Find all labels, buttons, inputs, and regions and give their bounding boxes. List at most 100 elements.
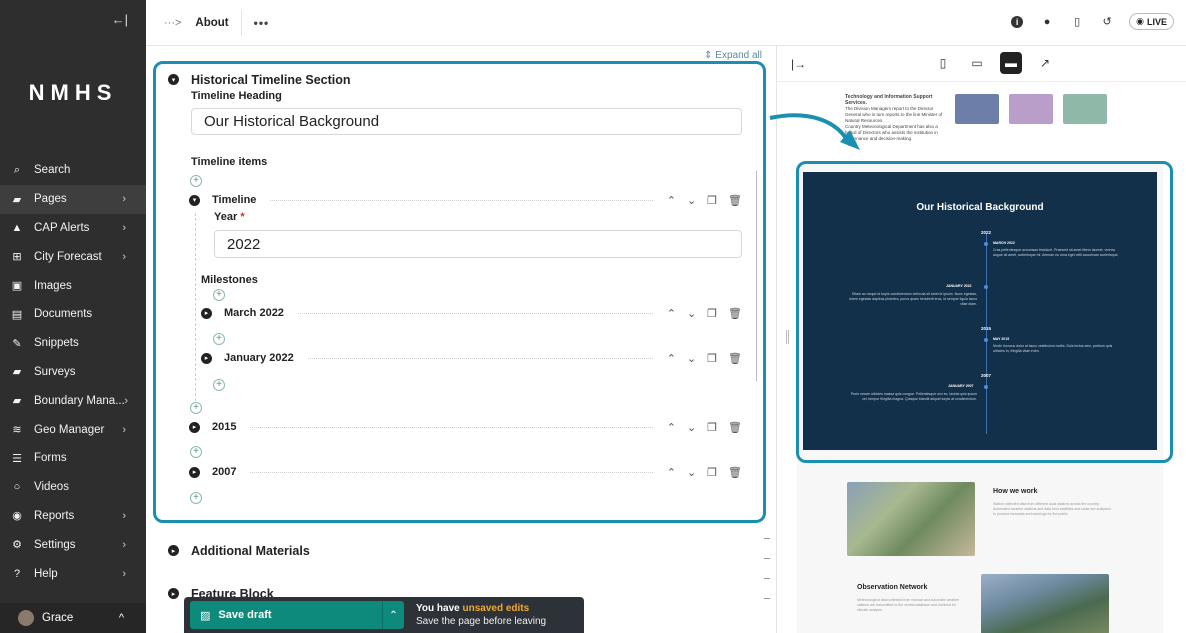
milestone-row[interactable]: ▸ January 2022 ⌃ ⌄ ❐ 🗑 — [201, 349, 742, 367]
move-down-icon[interactable]: ⌄ — [687, 421, 696, 434]
section-title-additional-materials[interactable]: Additional Materials — [191, 544, 310, 558]
move-up-icon[interactable]: ⌃ — [667, 421, 676, 434]
device-switcher: ▯ ▭ ▬ ↗ — [932, 52, 1056, 74]
sidebar-item-videos[interactable]: ○ Videos — [0, 473, 146, 502]
sidebar-item-reports[interactable]: ◉ Reports › — [0, 502, 146, 531]
more-save-options-button[interactable]: ⌃ — [382, 601, 404, 629]
delete-icon[interactable]: 🗑 — [728, 352, 742, 365]
save-bar: ▨ Save draft ⌃ You have unsaved edits Sa… — [184, 597, 584, 633]
chevron-right-icon[interactable]: ▸ — [189, 421, 200, 433]
duplicate-icon[interactable]: ❐ — [707, 352, 717, 365]
how-we-work-text: Station collected data from different lo… — [993, 502, 1111, 516]
add-timeline-item-button[interactable]: + — [190, 402, 202, 414]
duplicate-icon[interactable]: ❐ — [707, 466, 717, 479]
move-up-icon[interactable]: ⌃ — [667, 194, 676, 207]
more-actions-button[interactable]: ••• — [240, 9, 270, 36]
delete-icon[interactable]: 🗑 — [728, 466, 742, 479]
sidebar-item-settings[interactable]: ⚙ Settings › — [0, 530, 146, 559]
add-milestone-button[interactable]: + — [213, 333, 225, 345]
duplicate-icon[interactable]: ❐ — [707, 421, 717, 434]
chevron-down-icon[interactable]: ▾ — [168, 74, 179, 85]
scrollbar[interactable] — [756, 171, 757, 381]
breadcrumb-current-page: About — [195, 16, 229, 29]
timeline-heading-field[interactable]: Our Historical Background — [191, 108, 742, 135]
move-down-icon[interactable]: ⌄ — [687, 352, 696, 365]
desktop-device-icon[interactable]: ▬ — [1000, 52, 1022, 74]
sidebar-item-search[interactable]: ⌕ Search — [0, 156, 146, 185]
timeline-block-row[interactable]: ▸ 2015 ⌃ ⌄ ❐ 🗑 — [189, 418, 742, 436]
add-timeline-item-button[interactable]: + — [190, 175, 202, 187]
sidebar-item-surveys[interactable]: ▰ Surveys — [0, 358, 146, 387]
sidebar-item-help[interactable]: ? Help › — [0, 559, 146, 588]
history-icon[interactable]: ↺ — [1099, 14, 1115, 30]
timeline-block-label: Timeline — [212, 194, 257, 206]
move-up-icon[interactable]: ⌃ — [667, 352, 676, 365]
chevron-up-icon: ^ — [118, 612, 124, 624]
sidebar-item-documents[interactable]: ▤ Documents — [0, 300, 146, 329]
live-status-badge[interactable]: ◉ LIVE — [1129, 13, 1174, 30]
chevron-right-icon[interactable]: ▸ — [201, 352, 212, 364]
snippet-icon: ✎ — [12, 337, 22, 350]
add-milestone-button[interactable]: + — [213, 289, 225, 301]
chevron-right-icon: › — [122, 538, 126, 551]
comments-icon[interactable]: ● — [1039, 14, 1055, 30]
year-field[interactable]: 2022 — [214, 230, 742, 258]
chevron-right-icon[interactable]: ▸ — [168, 588, 179, 599]
breadcrumb-toggle[interactable]: ···> — [164, 17, 181, 29]
info-icon[interactable]: i — [1009, 14, 1025, 30]
delete-icon[interactable]: 🗑 — [728, 307, 742, 320]
timeline-block-row[interactable]: ▾ Timeline ⌃ ⌄ ❐ 🗑 — [189, 191, 742, 209]
site-logo[interactable]: NMHS — [0, 80, 146, 106]
chevron-right-icon: › — [122, 221, 126, 234]
duplicate-icon[interactable]: ❐ — [707, 194, 717, 207]
section-title-historical-timeline[interactable]: Historical Timeline Section — [191, 73, 351, 87]
milestone-row[interactable]: ▸ March 2022 ⌃ ⌄ ❐ 🗑 — [201, 304, 742, 322]
sidebar-item-geo-manager[interactable]: ≋ Geo Manager › — [0, 415, 146, 444]
chevron-right-icon[interactable]: ▸ — [189, 466, 200, 478]
add-milestone-button[interactable]: + — [213, 379, 225, 391]
move-up-icon[interactable]: ⌃ — [667, 307, 676, 320]
open-new-tab-icon[interactable]: ↗ — [1034, 52, 1056, 74]
layers-icon: ≋ — [12, 424, 22, 437]
move-down-icon[interactable]: ⌄ — [687, 307, 696, 320]
sidebar-item-label: Search — [34, 164, 71, 177]
account-menu[interactable]: Grace ^ — [0, 603, 146, 633]
folder-icon: ▰ — [12, 395, 22, 408]
search-icon: ⌕ — [13, 163, 21, 176]
sidebar-item-cap-alerts[interactable]: ▲ CAP Alerts › — [0, 214, 146, 243]
save-draft-button[interactable]: ▨ Save draft ⌃ — [190, 601, 404, 629]
close-preview-icon[interactable]: |→ — [791, 57, 806, 71]
document-icon: ▤ — [11, 308, 23, 321]
chevron-down-icon[interactable]: ▾ — [189, 194, 200, 206]
add-timeline-item-button[interactable]: + — [190, 446, 202, 458]
sidebar-item-boundary-manager[interactable]: ▰ Boundary Mana... › — [0, 386, 146, 415]
sidebar-item-pages[interactable]: ▰ Pages › — [0, 184, 146, 214]
delete-icon[interactable]: 🗑 — [728, 421, 742, 434]
folder-icon: ▰ — [12, 366, 22, 379]
sidebar-item-city-forecast[interactable]: ⊞ City Forecast › — [0, 242, 146, 271]
milestones-label: Milestones — [201, 274, 258, 286]
add-timeline-item-button[interactable]: + — [190, 492, 202, 504]
annotation-arrow — [769, 113, 860, 150]
move-down-icon[interactable]: ⌄ — [687, 194, 696, 207]
move-up-icon[interactable]: ⌃ — [667, 466, 676, 479]
chevron-right-icon[interactable]: ▸ — [201, 307, 212, 319]
sidebar: ←| NMHS ⌕ Search ▰ Pages › ▲ CAP Alerts › ⊞ Ci… — [0, 0, 146, 633]
mobile-preview-icon[interactable]: ▯ — [1069, 14, 1085, 30]
timeline-block-row[interactable]: ▸ 2007 ⌃ ⌄ ❐ 🗑 — [189, 463, 742, 481]
resize-handle[interactable] — [786, 330, 789, 344]
mobile-device-icon[interactable]: ▯ — [932, 52, 954, 74]
sidebar-item-snippets[interactable]: ✎ Snippets — [0, 329, 146, 358]
chevron-right-icon[interactable]: ▸ — [168, 545, 179, 556]
tablet-device-icon[interactable]: ▭ — [966, 52, 988, 74]
warning-icon: ▲ — [11, 221, 23, 234]
move-down-icon[interactable]: ⌄ — [687, 466, 696, 479]
collapse-sidebar-icon[interactable]: ←| — [112, 12, 128, 27]
sidebar-item-images[interactable]: ▣ Images — [0, 271, 146, 300]
sidebar-item-label: Settings — [34, 538, 76, 551]
expand-all-button[interactable]: ⇕ Expand all — [704, 50, 762, 61]
duplicate-icon[interactable]: ❐ — [707, 307, 717, 320]
sidebar-item-label: Videos — [34, 481, 69, 494]
delete-icon[interactable]: 🗑 — [728, 194, 742, 207]
sidebar-item-forms[interactable]: ☰ Forms — [0, 444, 146, 473]
